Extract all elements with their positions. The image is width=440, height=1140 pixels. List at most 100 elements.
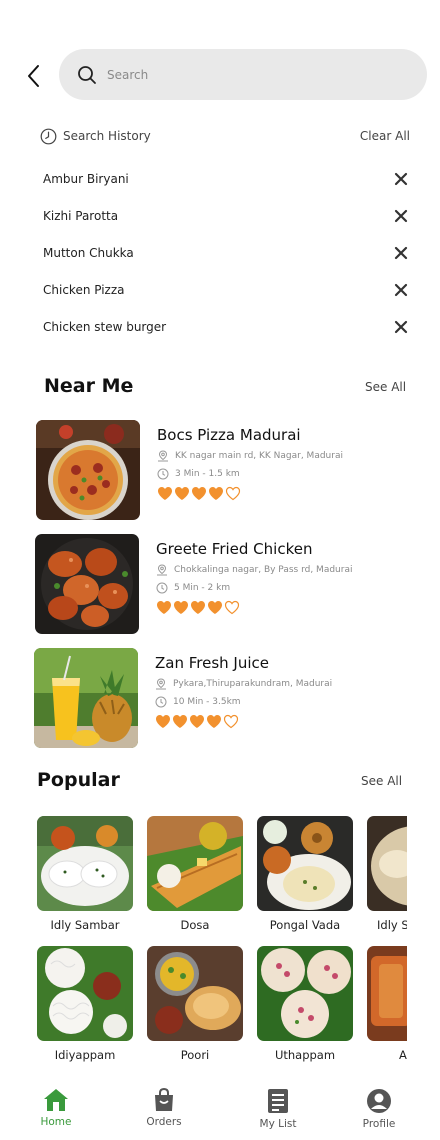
restaurant-address: Pykara,Thiruparakundram, Madurai xyxy=(173,679,333,689)
restaurant-info: Bocs Pizza Madurai KK nagar main rd, KK … xyxy=(157,426,417,501)
restaurant-eta: 5 Min - 2 km xyxy=(174,583,231,593)
restaurant-info: Zan Fresh Juice Pykara,Thiruparakundram,… xyxy=(155,654,415,729)
popular-item[interactable]: A xyxy=(367,946,407,1062)
restaurant-image-pizza xyxy=(36,420,140,520)
list-document-icon xyxy=(268,1089,288,1113)
history-item[interactable]: Chicken stew burger xyxy=(43,308,411,345)
nav-item-my-list[interactable]: My List xyxy=(243,1088,313,1130)
popular-image-pongal-vada xyxy=(257,816,353,911)
popular-image-poori xyxy=(147,946,243,1041)
search-icon xyxy=(78,65,96,84)
restaurant-eta: 3 Min - 1.5 km xyxy=(175,469,240,479)
near-me-see-all-button[interactable]: See All xyxy=(365,380,406,394)
search-history-title: Search History xyxy=(40,128,151,145)
heart-filled-icon xyxy=(158,487,172,500)
bottom-navigation: Home Orders My List Profile xyxy=(0,1080,440,1140)
history-item-label: Mutton Chukka xyxy=(43,245,134,260)
popular-item-label: A xyxy=(399,1048,407,1062)
heart-filled-icon xyxy=(174,601,188,614)
heart-filled-icon xyxy=(173,715,187,728)
restaurant-address: Chokkalinga nagar, By Pass rd, Madurai xyxy=(174,565,353,575)
nav-item-profile[interactable]: Profile xyxy=(344,1088,414,1130)
search-history-label: Search History xyxy=(63,129,151,143)
popular-grid: Idly Sambar Dosa Pongal Vada Idly S Idiy… xyxy=(37,816,407,1066)
location-pin-icon xyxy=(157,564,167,576)
nav-item-home[interactable]: Home xyxy=(21,1088,91,1128)
restaurant-address-row: Pykara,Thiruparakundram, Madurai xyxy=(155,678,415,690)
nav-label-profile: Profile xyxy=(362,1118,396,1130)
restaurant-name: Bocs Pizza Madurai xyxy=(157,426,301,444)
restaurant-card[interactable]: Greete Fried Chicken Chokkalinga nagar, … xyxy=(35,534,415,634)
popular-item[interactable]: Pongal Vada xyxy=(257,816,353,932)
popular-item-label: Uthappam xyxy=(274,1048,336,1062)
restaurant-eta: 10 Min - 3.5km xyxy=(173,697,241,707)
heart-outline-icon xyxy=(223,714,239,729)
popular-item-label: Dosa xyxy=(180,918,210,932)
clock-icon xyxy=(157,468,169,480)
close-icon[interactable] xyxy=(393,282,409,298)
chevron-left-icon xyxy=(28,65,39,87)
restaurant-image-fried-chicken xyxy=(35,534,139,634)
popular-item[interactable]: Idly Sambar xyxy=(37,816,133,932)
restaurant-card[interactable]: Zan Fresh Juice Pykara,Thiruparakundram,… xyxy=(34,648,414,748)
nav-item-orders[interactable]: Orders xyxy=(129,1088,199,1128)
popular-item[interactable]: Dosa xyxy=(147,816,243,932)
back-button[interactable] xyxy=(22,62,46,90)
popular-image-idiyappam xyxy=(37,946,133,1041)
popular-image-dosa xyxy=(147,816,243,911)
popular-item[interactable]: Uthappam xyxy=(257,946,353,1062)
popular-title: Popular xyxy=(37,769,120,791)
close-icon[interactable] xyxy=(393,245,409,261)
heart-filled-icon xyxy=(191,601,205,614)
restaurant-eta-row: 3 Min - 1.5 km xyxy=(157,468,417,480)
heart-filled-icon xyxy=(175,487,189,500)
rating-hearts xyxy=(157,486,417,501)
restaurant-name: Greete Fried Chicken xyxy=(156,540,313,558)
restaurant-address-row: Chokkalinga nagar, By Pass rd, Madurai xyxy=(156,564,416,576)
nav-label-home: Home xyxy=(40,1116,72,1128)
heart-outline-icon xyxy=(224,600,240,615)
clock-icon xyxy=(40,128,57,144)
history-item[interactable]: Mutton Chukka xyxy=(43,234,411,271)
restaurant-eta-row: 10 Min - 3.5km xyxy=(155,696,415,708)
history-item-label: Chicken Pizza xyxy=(43,282,125,297)
close-icon[interactable] xyxy=(393,171,409,187)
heart-outline-icon xyxy=(225,486,241,501)
search-history-header: Search History Clear All xyxy=(40,126,410,146)
search-history-list: Ambur Biryani Kizhi Parotta Mutton Chukk… xyxy=(43,160,411,345)
popular-item-label: Idiyappam xyxy=(54,1048,116,1062)
near-me-title: Near Me xyxy=(44,375,134,397)
clock-icon xyxy=(156,582,168,594)
clock-icon xyxy=(155,696,167,708)
search-bar[interactable] xyxy=(59,49,427,100)
restaurant-info: Greete Fried Chicken Chokkalinga nagar, … xyxy=(156,540,416,615)
restaurant-eta-row: 5 Min - 2 km xyxy=(156,582,416,594)
clear-all-button[interactable]: Clear All xyxy=(360,129,410,143)
popular-item[interactable]: Idiyappam xyxy=(37,946,133,1062)
history-item-label: Kizhi Parotta xyxy=(43,208,119,223)
restaurant-image-juice xyxy=(34,648,138,748)
rating-hearts xyxy=(155,714,415,729)
popular-item-label: Poori xyxy=(180,1048,210,1062)
rating-hearts xyxy=(156,600,416,615)
restaurant-address: KK nagar main rd, KK Nagar, Madurai xyxy=(175,451,343,461)
heart-filled-icon xyxy=(208,601,222,614)
heart-filled-icon xyxy=(192,487,206,500)
popular-image-idly xyxy=(37,816,133,911)
heart-filled-icon xyxy=(207,715,221,728)
location-pin-icon xyxy=(158,450,168,462)
popular-item-label: Pongal Vada xyxy=(269,918,341,932)
close-icon[interactable] xyxy=(393,208,409,224)
heart-filled-icon xyxy=(209,487,223,500)
history-item[interactable]: Kizhi Parotta xyxy=(43,197,411,234)
popular-image-food-4 xyxy=(367,946,407,1041)
popular-item[interactable]: Idly S xyxy=(367,816,407,932)
restaurant-card[interactable]: Bocs Pizza Madurai KK nagar main rd, KK … xyxy=(36,420,416,520)
popular-see-all-button[interactable]: See All xyxy=(361,774,402,788)
restaurant-address-row: KK nagar main rd, KK Nagar, Madurai xyxy=(157,450,417,462)
search-input[interactable] xyxy=(107,67,367,82)
popular-item[interactable]: Poori xyxy=(147,946,243,1062)
close-icon[interactable] xyxy=(393,319,409,335)
history-item[interactable]: Ambur Biryani xyxy=(43,160,411,197)
history-item[interactable]: Chicken Pizza xyxy=(43,271,411,308)
